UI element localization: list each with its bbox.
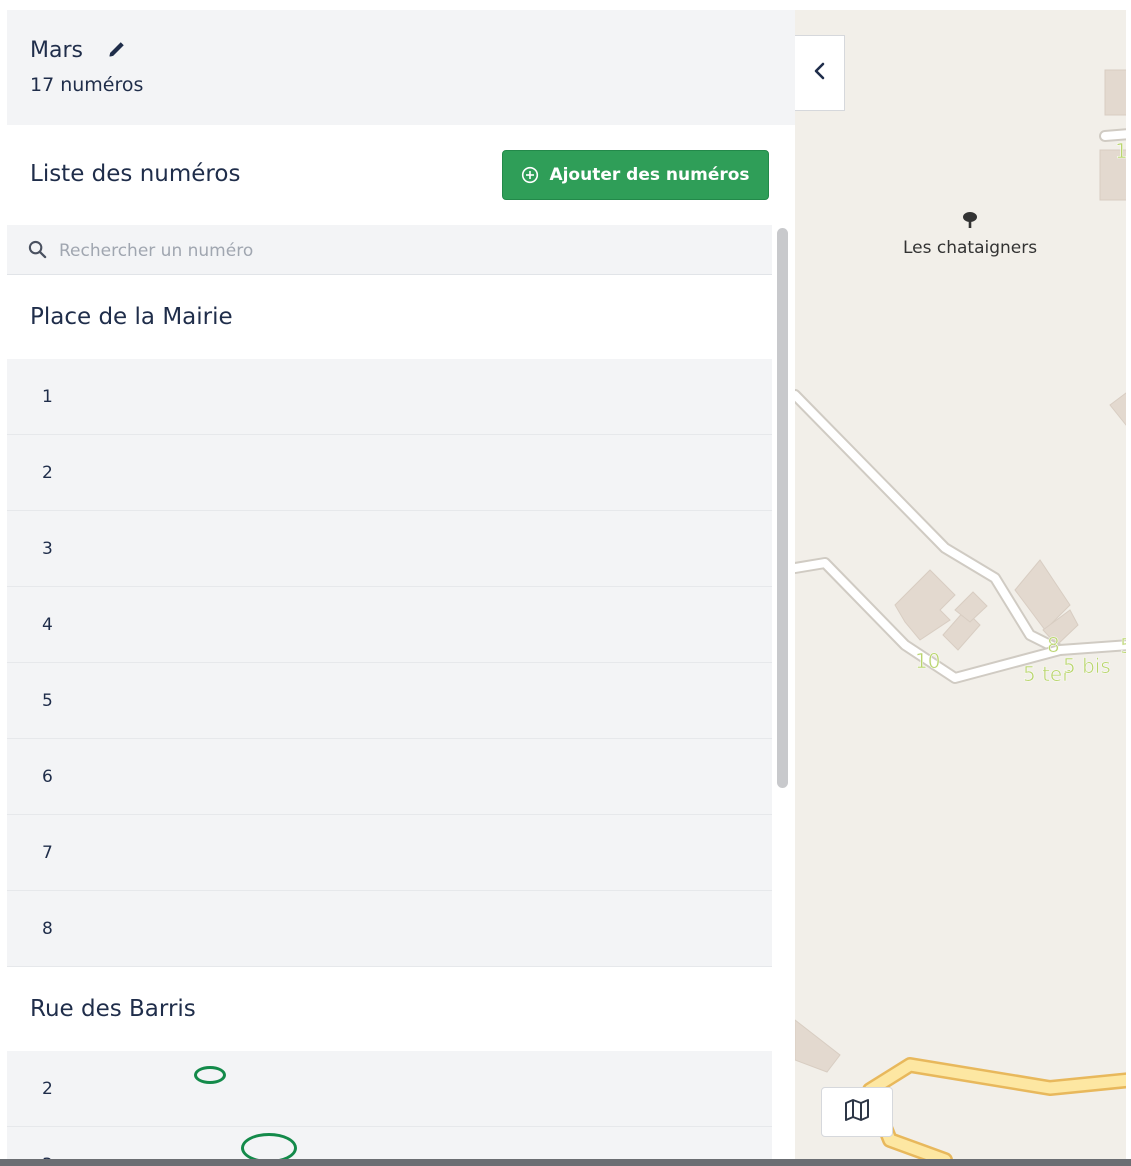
number-row[interactable]: 6 <box>7 739 772 815</box>
address-label-5-bis: 5 bis <box>1063 654 1111 678</box>
map-icon <box>844 1098 870 1126</box>
annotation-circle <box>194 1066 226 1084</box>
address-label-1: 1 <box>1115 139 1126 163</box>
number-row[interactable]: 4 <box>7 587 772 663</box>
pencil-icon[interactable] <box>107 39 127 59</box>
number-row[interactable]: 5 <box>7 663 772 739</box>
numbers-count: 17 numéros <box>30 74 144 96</box>
street-header: Rue des Barris <box>7 967 772 1051</box>
commune-title: Mars <box>30 38 83 63</box>
add-numbers-label: Ajouter des numéros <box>549 165 750 185</box>
buildings <box>795 69 1126 1073</box>
number-row[interactable]: 7 <box>7 815 772 891</box>
search-icon <box>28 240 47 259</box>
search-input[interactable] <box>57 233 661 269</box>
number-row[interactable]: 3 <box>7 1127 772 1159</box>
main-road <box>862 1057 1126 1159</box>
list-heading: Liste des numéros <box>30 161 241 187</box>
number-row[interactable]: 8 <box>7 891 772 967</box>
map-canvas: 10 8 5 ter 5 bis 5 1 <box>795 69 1126 1159</box>
plus-circle-icon <box>521 166 539 184</box>
address-label-10: 10 <box>915 649 940 673</box>
address-label-5: 5 <box>1120 634 1126 658</box>
map-style-button[interactable] <box>821 1087 893 1137</box>
number-row[interactable]: 1 <box>7 359 772 435</box>
map[interactable]: 10 8 5 ter 5 bis 5 1 Les chataigners <box>795 10 1126 1159</box>
number-row[interactable]: 2 <box>7 435 772 511</box>
sidebar: Mars 17 numéros Liste des numéros Ajoute… <box>7 10 795 1159</box>
minor-roads <box>795 128 1126 684</box>
chevron-left-icon <box>813 62 827 84</box>
add-numbers-button[interactable]: Ajouter des numéros <box>502 150 769 200</box>
scrollbar[interactable] <box>772 225 795 1159</box>
search-bar <box>7 225 772 275</box>
scrollbar-thumb[interactable] <box>777 228 788 788</box>
bottom-border-bar <box>0 1159 1131 1166</box>
street-header: Place de la Mairie <box>7 275 772 359</box>
app-window: Mars 17 numéros Liste des numéros Ajoute… <box>7 10 1126 1159</box>
collapse-sidebar-button[interactable] <box>795 35 845 111</box>
address-label-8: 8 <box>1047 633 1060 657</box>
number-row[interactable]: 2 <box>7 1051 772 1127</box>
poi-label: Les chataigners <box>903 238 1038 258</box>
number-row[interactable]: 3 <box>7 511 772 587</box>
tree-icon <box>963 212 977 228</box>
sidebar-header: Mars 17 numéros <box>7 10 795 125</box>
numbers-list: Place de la Mairie 1 2 3 4 5 6 7 8 Rue d… <box>7 275 772 1159</box>
